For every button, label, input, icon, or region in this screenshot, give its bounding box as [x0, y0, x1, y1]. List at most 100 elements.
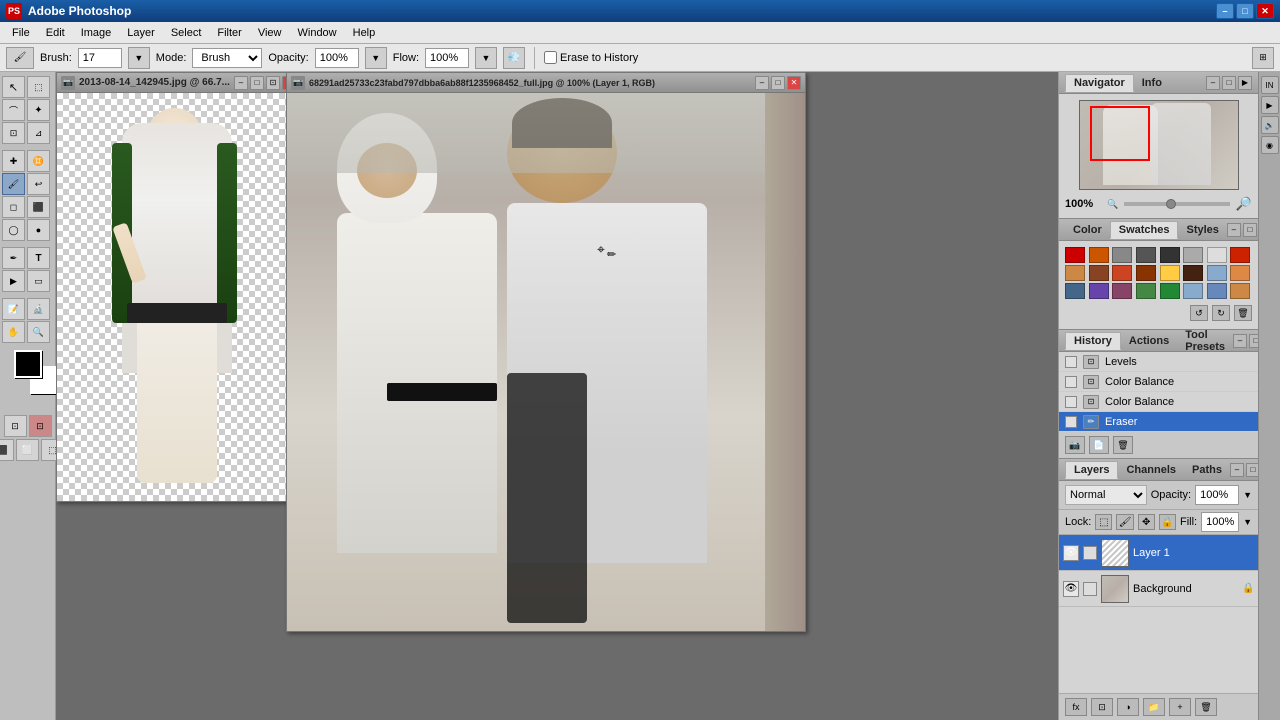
lasso-tool[interactable]: ⌒: [2, 99, 25, 121]
doc2-close-btn[interactable]: ✕: [787, 76, 801, 90]
doc2-canvas[interactable]: ⌖ ✏: [287, 93, 805, 631]
swatch-14[interactable]: [1207, 265, 1227, 281]
layer-mask-btn[interactable]: ⊡: [1091, 698, 1113, 716]
history-item-0[interactable]: ⊡ Levels: [1059, 352, 1258, 372]
hand-tool[interactable]: ✋: [2, 321, 25, 343]
eyedropper-tool[interactable]: 🔬: [27, 298, 50, 320]
flow-input[interactable]: [425, 48, 469, 68]
layer-eye-0[interactable]: 👁: [1063, 545, 1079, 561]
menu-select[interactable]: Select: [163, 25, 210, 41]
lock-paint-btn[interactable]: 🖌: [1116, 514, 1133, 530]
menu-window[interactable]: Window: [290, 25, 345, 41]
history-item-3[interactable]: ✏ Eraser: [1059, 412, 1258, 432]
select-tool[interactable]: ⬚: [27, 76, 50, 98]
menu-image[interactable]: Image: [73, 25, 120, 41]
swatch-4[interactable]: [1160, 247, 1180, 263]
blend-mode-select[interactable]: Normal: [1065, 485, 1147, 505]
doc1-max-btn[interactable]: □: [250, 76, 264, 90]
swatch-0[interactable]: [1065, 247, 1085, 263]
brush-tool[interactable]: 🖌: [2, 173, 25, 195]
lock-position-btn[interactable]: ✥: [1138, 514, 1155, 530]
swatch-2[interactable]: [1112, 247, 1132, 263]
swatch-18[interactable]: [1112, 283, 1132, 299]
mode-select[interactable]: Brush: [192, 48, 262, 68]
swatch-8[interactable]: [1065, 265, 1085, 281]
layer-opacity-input[interactable]: [1195, 485, 1239, 505]
nav-menu-btn[interactable]: ▶: [1238, 76, 1252, 90]
notes-tool[interactable]: 📝: [2, 298, 25, 320]
screen-mode-btn[interactable]: ⬛: [0, 439, 14, 461]
swatch-17[interactable]: [1089, 283, 1109, 299]
history-item-1[interactable]: ⊡ Color Balance: [1059, 372, 1258, 392]
swatch-13[interactable]: [1183, 265, 1203, 281]
layer-group-btn[interactable]: 📁: [1143, 698, 1165, 716]
layer-item-0[interactable]: 👁 Layer 1: [1059, 535, 1258, 571]
swatch-11[interactable]: [1136, 265, 1156, 281]
move-tool[interactable]: ↖: [2, 76, 25, 98]
doc2-max-btn[interactable]: □: [771, 76, 785, 90]
swatch-12[interactable]: [1160, 265, 1180, 281]
swatch-1[interactable]: [1089, 247, 1109, 263]
swatch-7[interactable]: [1230, 247, 1250, 263]
tab-color[interactable]: Color: [1065, 222, 1110, 238]
swatch-btn-2[interactable]: ↻: [1212, 305, 1230, 321]
tab-navigator[interactable]: Navigator: [1065, 74, 1134, 92]
color-expand-btn[interactable]: □: [1243, 223, 1257, 237]
swatch-5[interactable]: [1183, 247, 1203, 263]
tab-styles[interactable]: Styles: [1178, 222, 1226, 238]
erase-history-checkbox[interactable]: [544, 51, 557, 64]
hist-create-doc-btn[interactable]: 📄: [1089, 436, 1109, 454]
edge-btn-2[interactable]: ▶: [1261, 96, 1279, 114]
opacity-input[interactable]: [315, 48, 359, 68]
hist-new-snap-btn[interactable]: 📷: [1065, 436, 1085, 454]
layer-opacity-btn[interactable]: ▼: [1243, 490, 1252, 500]
nav-minimize-btn[interactable]: –: [1206, 76, 1220, 90]
layer-styles-btn[interactable]: fx: [1065, 698, 1087, 716]
brush-size-input[interactable]: [78, 48, 122, 68]
swatch-3[interactable]: [1136, 247, 1156, 263]
screen-mode-btn2[interactable]: ⬜: [16, 439, 39, 461]
history-minimize-btn[interactable]: –: [1233, 334, 1247, 348]
swatch-15[interactable]: [1230, 265, 1250, 281]
text-tool[interactable]: T: [27, 247, 50, 269]
swatch-16[interactable]: [1065, 283, 1085, 299]
swatch-6[interactable]: [1207, 247, 1227, 263]
flow-btn[interactable]: ▼: [475, 47, 497, 69]
nav-expand-btn[interactable]: □: [1222, 76, 1236, 90]
doc1-min-btn[interactable]: –: [234, 76, 248, 90]
tab-tool-presets[interactable]: Tool Presets: [1177, 327, 1233, 355]
swatch-19[interactable]: [1136, 283, 1156, 299]
menu-file[interactable]: File: [4, 25, 38, 41]
history-item-2[interactable]: ⊡ Color Balance: [1059, 392, 1258, 412]
options-extra-btn[interactable]: ⊞: [1252, 47, 1274, 69]
layers-minimize-btn[interactable]: –: [1230, 463, 1244, 477]
swatch-20[interactable]: [1160, 283, 1180, 299]
layer-fill-input[interactable]: [1201, 512, 1239, 532]
lock-transparent-btn[interactable]: ⬚: [1095, 514, 1112, 530]
airbrush-toggle[interactable]: 💨: [503, 47, 525, 69]
edge-btn-3[interactable]: 🔊: [1261, 116, 1279, 134]
brush-picker-btn[interactable]: ▼: [128, 47, 150, 69]
menu-edit[interactable]: Edit: [38, 25, 73, 41]
edge-btn-4[interactable]: ◉: [1261, 136, 1279, 154]
tab-layers[interactable]: Layers: [1065, 461, 1118, 479]
lock-all-btn[interactable]: 🔒: [1159, 514, 1176, 530]
menu-layer[interactable]: Layer: [119, 25, 163, 41]
eraser-tool[interactable]: ◻: [2, 196, 25, 218]
tab-actions[interactable]: Actions: [1121, 333, 1177, 349]
tool-preset-picker[interactable]: 🖌: [6, 47, 34, 69]
tab-channels[interactable]: Channels: [1118, 462, 1184, 478]
healing-tool[interactable]: ✚: [2, 150, 25, 172]
doc1-restore-btn[interactable]: ⊡: [266, 76, 280, 90]
swatch-9[interactable]: [1089, 265, 1109, 281]
foreground-color-swatch[interactable]: [14, 350, 42, 378]
swatch-23[interactable]: [1230, 283, 1250, 299]
edge-btn-1[interactable]: IN: [1261, 76, 1279, 94]
layer-new-btn[interactable]: +: [1169, 698, 1191, 716]
nav-zoom-thumb[interactable]: [1166, 199, 1176, 209]
crop-tool[interactable]: ⊡: [2, 122, 25, 144]
slice-tool[interactable]: ⊿: [27, 122, 50, 144]
doc1-canvas[interactable]: [57, 93, 300, 501]
swatch-btn-1[interactable]: ↺: [1190, 305, 1208, 321]
layer-eye-1[interactable]: 👁: [1063, 581, 1079, 597]
